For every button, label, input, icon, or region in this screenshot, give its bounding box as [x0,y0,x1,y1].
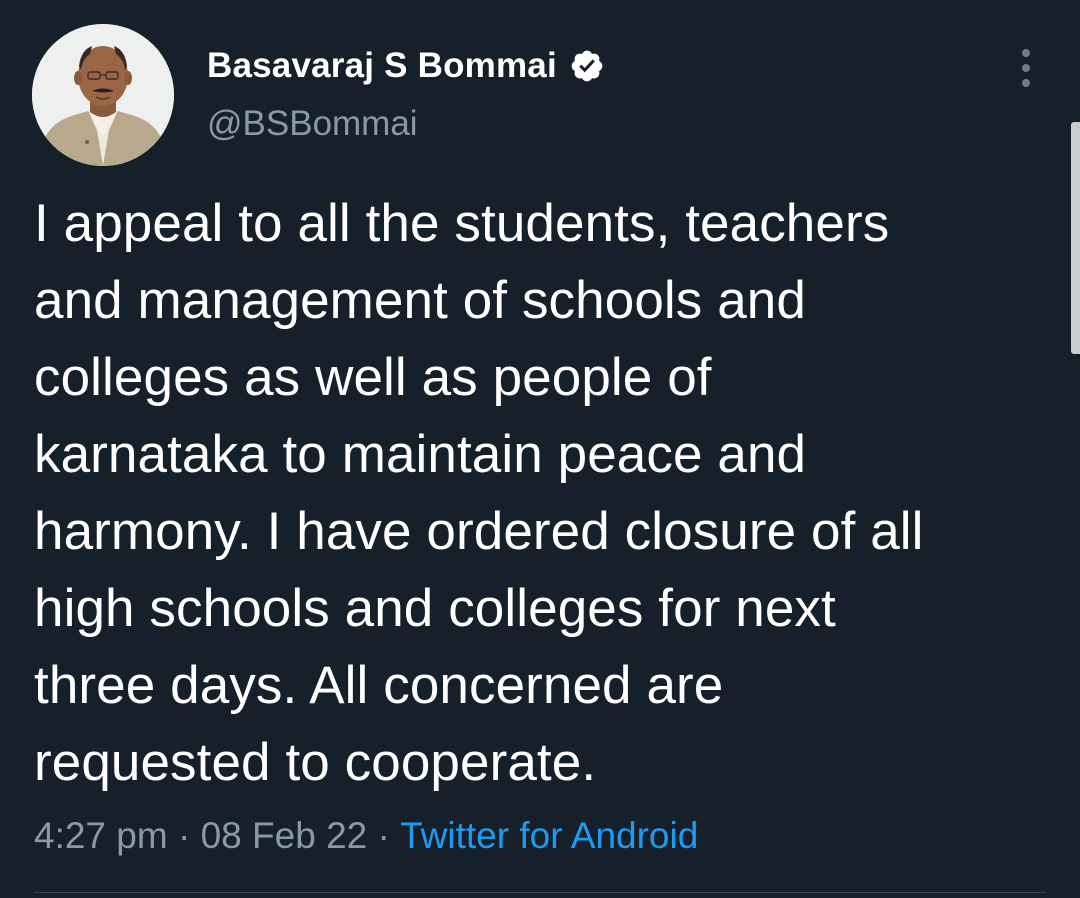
avatar-photo [32,24,174,166]
author-name-row[interactable]: Basavaraj S Bommai [207,40,605,92]
tweet-text: I appeal to all the students, teachers a… [34,194,924,792]
author-handle[interactable]: @BSBommai [207,104,418,144]
tweet-date[interactable]: 08 Feb 22 [201,815,368,857]
divider [34,892,1046,893]
avatar[interactable] [32,24,174,166]
meta-separator: · [367,815,401,856]
tweet-meta: 4:27 pm · 08 Feb 22 · Twitter for Androi… [34,808,698,864]
tweet-detail-view: Basavaraj S Bommai @BSBommai I appeal to… [0,0,1080,898]
verified-badge-icon [569,48,605,84]
tweet-source-link[interactable]: Twitter for Android [400,815,698,857]
more-vertical-icon[interactable] [1010,46,1042,90]
meta-separator: · [167,815,201,856]
author-display-name[interactable]: Basavaraj S Bommai [207,46,557,86]
scrollbar[interactable] [1071,122,1080,354]
tweet-time[interactable]: 4:27 pm [34,815,168,857]
